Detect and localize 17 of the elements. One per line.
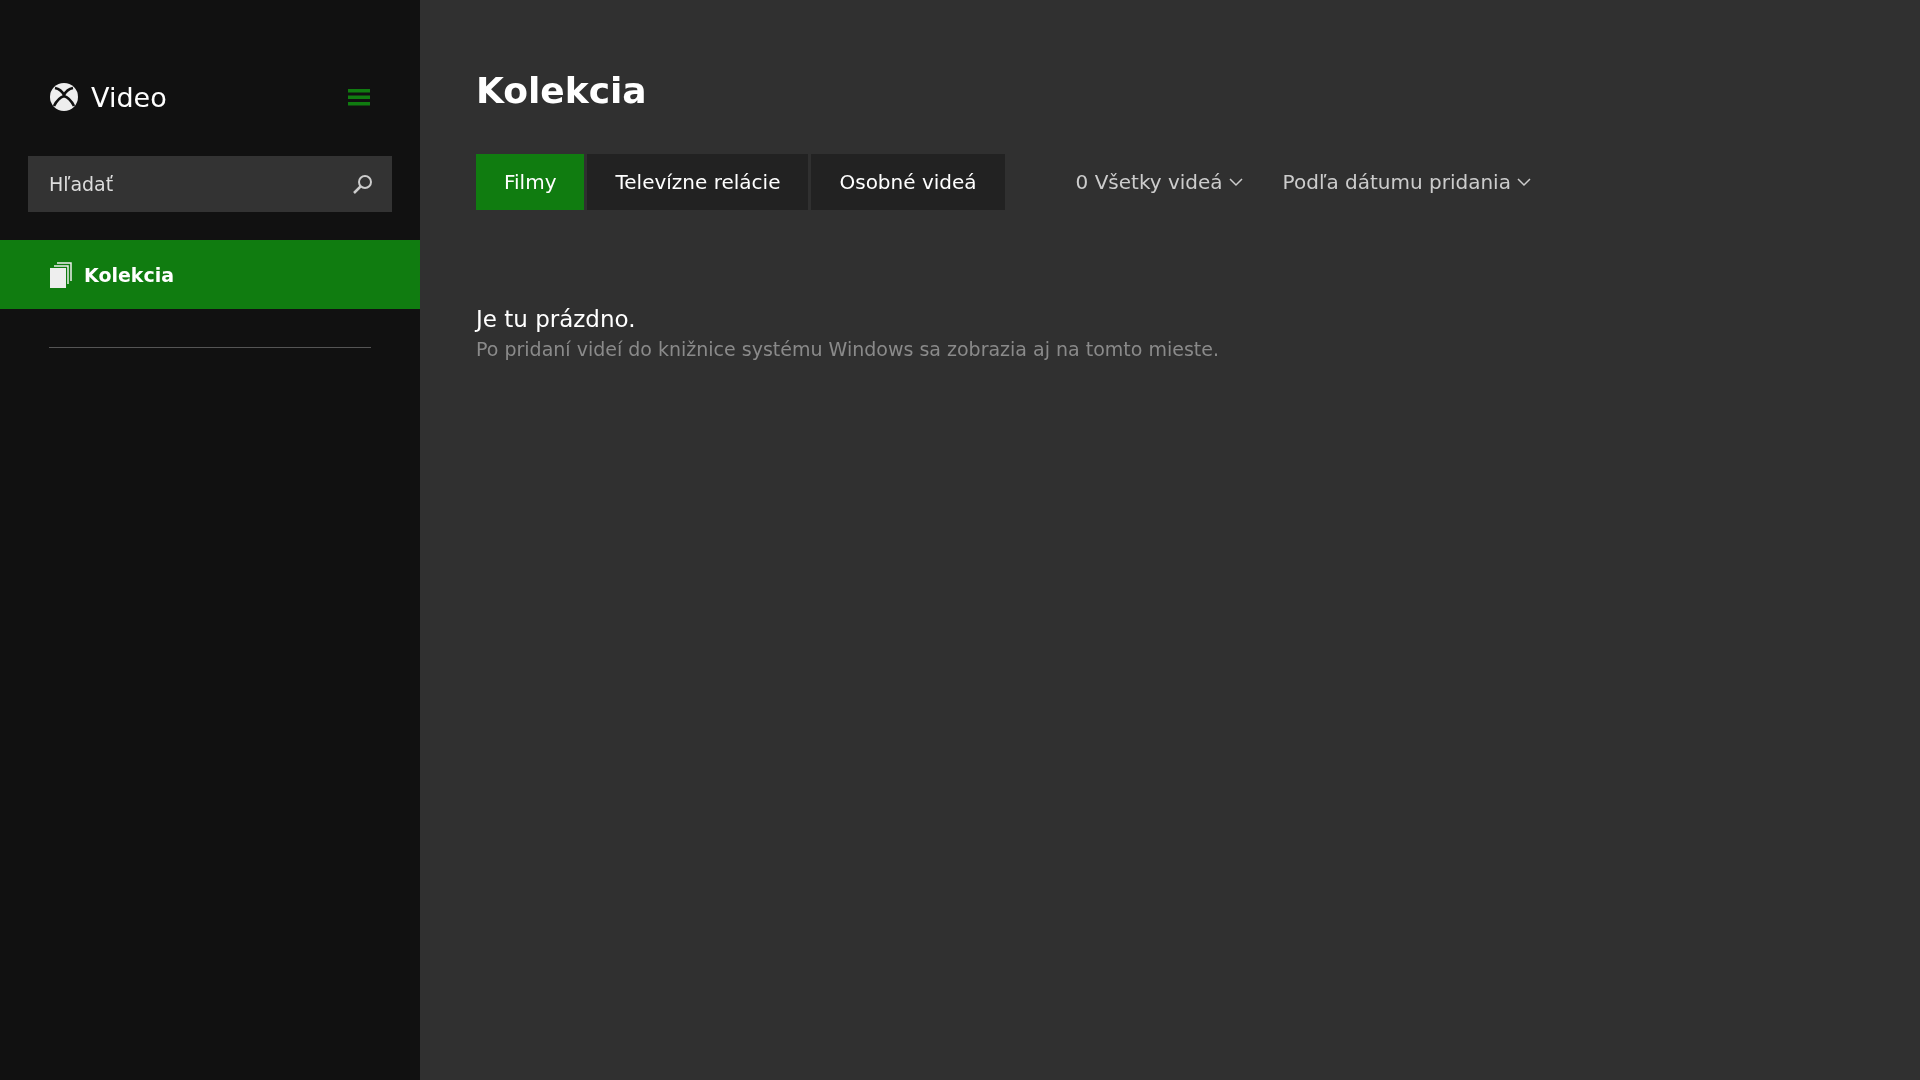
app-title: Video — [91, 81, 167, 113]
pages-icon — [50, 261, 72, 288]
tab[interactable]: Osobné videá — [811, 154, 1005, 210]
tab[interactable]: Televízne relácie — [587, 154, 809, 210]
xbox-logo-icon — [49, 82, 79, 112]
search-field[interactable]: Hľadať — [28, 156, 392, 212]
menu-icon[interactable] — [348, 88, 370, 106]
tab[interactable]: Filmy — [476, 154, 585, 210]
empty-heading: Je tu prázdno. — [476, 306, 637, 332]
sidebar-item[interactable]: Kolekcia — [0, 240, 420, 309]
chevron-down-icon — [1228, 177, 1243, 187]
search-icon[interactable] — [352, 173, 374, 195]
dropdown-button[interactable]: 0 Všetky videá — [1075, 170, 1243, 194]
dropdown-button[interactable]: Podľa dátumu pridania — [1282, 170, 1531, 194]
empty-message: Po pridaní videí do knižnice systému Windows sa zobrazia aj na tomto mieste. — [476, 338, 1220, 360]
page-title: Kolekcia — [476, 70, 648, 113]
chevron-down-icon — [1516, 177, 1531, 187]
